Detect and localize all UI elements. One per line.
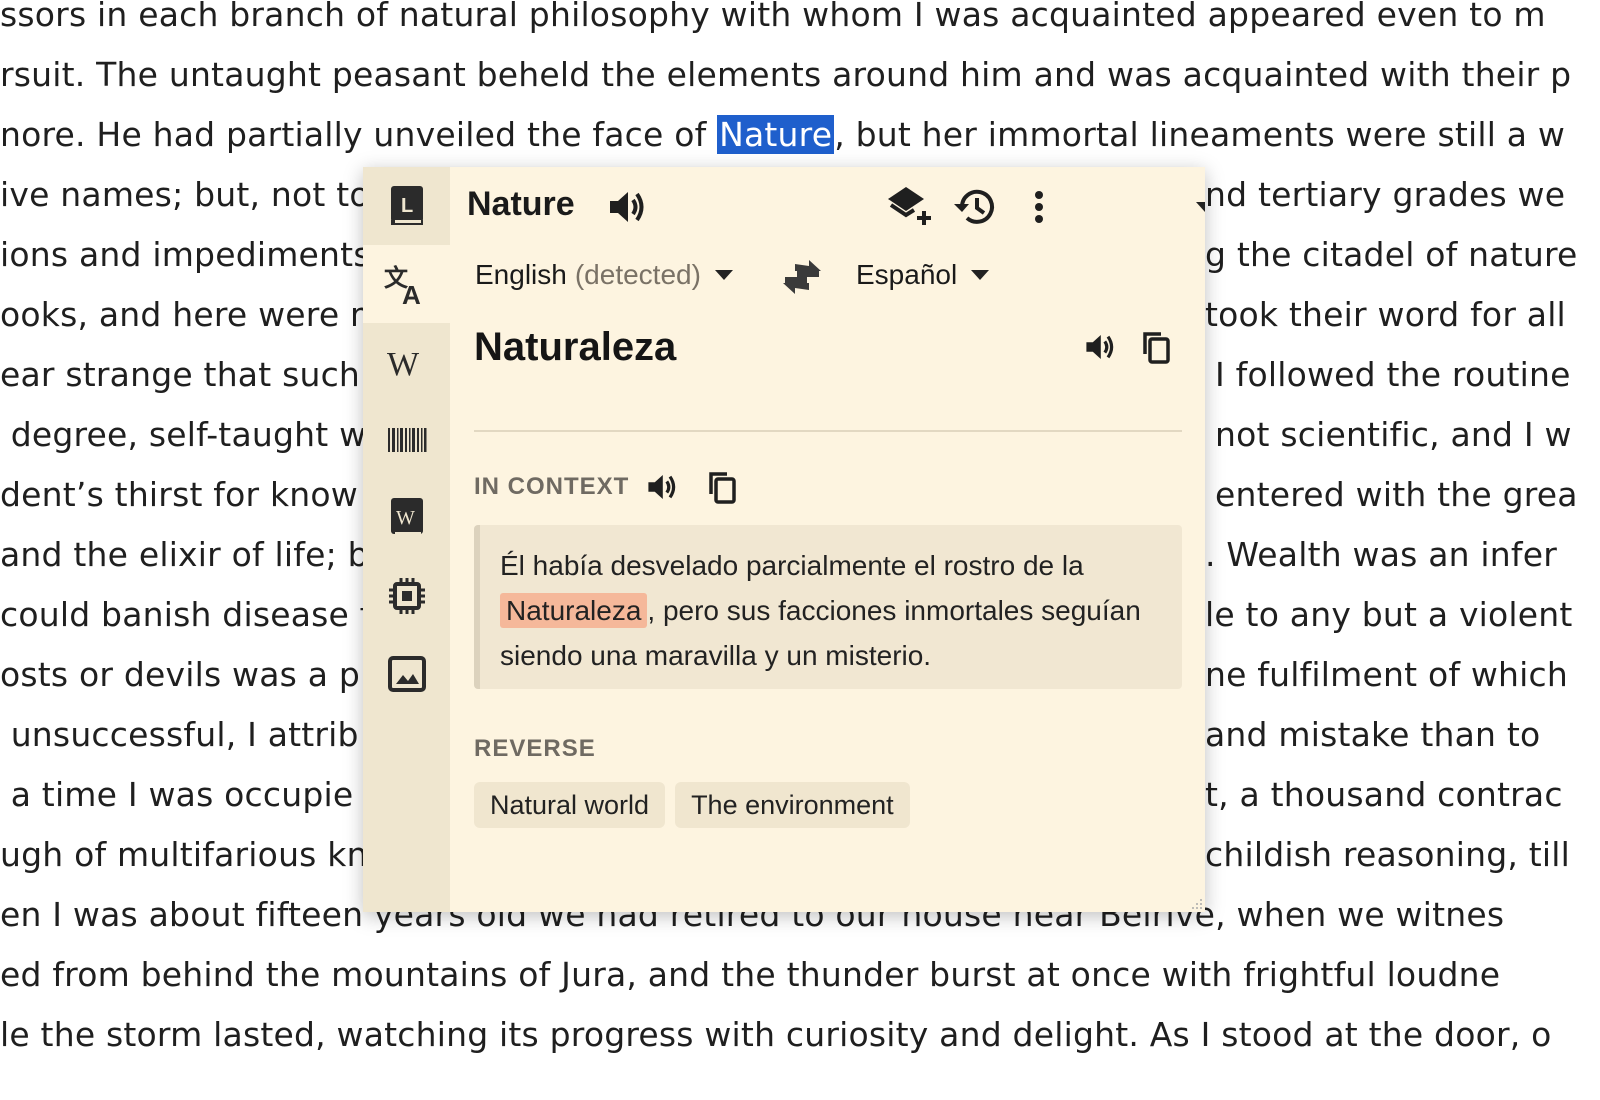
line-text: took their word for all	[1205, 295, 1566, 334]
history-icon	[954, 189, 994, 224]
history-button[interactable]	[953, 187, 997, 227]
reader-line: ssors in each branch of natural philosop…	[0, 0, 1600, 45]
line-text: nore. He had partially unveiled the face…	[0, 115, 718, 154]
line-text: ooks, and here were m	[0, 295, 383, 334]
in-context-label: IN CONTEXT	[474, 473, 630, 500]
svg-text:L: L	[401, 195, 413, 217]
line-text: and the elixir of life; bu	[0, 535, 390, 574]
speaker-icon	[610, 192, 644, 222]
line-text: nd tertiary grades we	[1205, 175, 1566, 214]
rail-item-wiktionary[interactable]: W	[363, 479, 450, 557]
source-rail: L 文 A W W	[363, 167, 450, 912]
rail-item-dictionary[interactable]: L	[363, 167, 450, 245]
context-sentence: Él había desvelado parcialmente el rostr…	[474, 525, 1182, 689]
context-highlight: Naturaleza	[500, 593, 648, 628]
line-text: ne fulfilment of which	[1205, 655, 1568, 694]
selected-word[interactable]: Nature	[717, 115, 835, 154]
line-text: not scientific, and I w	[1215, 415, 1572, 454]
line-text: and mistake than to	[1205, 715, 1541, 754]
chevron-down-icon	[714, 270, 733, 280]
line-text: ugh of multifarious kn	[0, 835, 368, 874]
line-text: unsuccessful, I attrib	[0, 715, 359, 754]
reader-line: rsuit. The untaught peasant beheld the e…	[0, 45, 1600, 105]
divider	[474, 430, 1182, 432]
translate-icon: 文 A	[384, 264, 421, 306]
copy-icon	[1143, 332, 1170, 364]
pronounce-context-button[interactable]	[642, 469, 682, 505]
line-text: degree, self-taught w	[0, 415, 367, 454]
line-text: a time I was occupie	[0, 775, 354, 814]
reverse-chip[interactable]: Natural world	[474, 782, 666, 828]
svg-text:W: W	[396, 507, 415, 529]
reverse-chips: Natural world The environment	[474, 782, 910, 828]
line-text: entered with the grea	[1215, 475, 1578, 514]
line-text: g the citadel of nature	[1205, 235, 1578, 274]
dictionary-icon: L	[390, 186, 423, 225]
context-before: Él había desvelado parcialmente el rostr…	[500, 550, 1084, 581]
line-text: t, a thousand contrac	[1205, 775, 1563, 814]
rail-item-ai[interactable]	[363, 557, 450, 635]
layers-plus-icon	[888, 187, 931, 225]
detected-label: (detected)	[574, 259, 701, 290]
copy-translation-button[interactable]	[1136, 327, 1176, 367]
reverse-label: REVERSE	[474, 735, 596, 762]
line-text: le the storm lasted, watching its progre…	[0, 1015, 1552, 1054]
swap-languages-button[interactable]	[780, 259, 824, 295]
speaker-icon	[1086, 335, 1114, 359]
pronounce-word-button[interactable]	[605, 187, 649, 227]
reverse-chip[interactable]: The environment	[675, 782, 910, 828]
line-text: le to any but a violent	[1205, 595, 1573, 634]
line-text: could banish disease f	[0, 595, 372, 634]
reader-line: nore. He had partially unveiled the face…	[0, 105, 1600, 165]
rail-item-wikipedia[interactable]: W	[363, 323, 450, 401]
line-text: ssors in each branch of natural philosop…	[0, 0, 1546, 34]
svg-text:W: W	[387, 346, 420, 382]
line-text: rsuit. The untaught peasant beheld the e…	[0, 55, 1572, 94]
rail-item-translate[interactable]: 文 A	[363, 245, 450, 323]
line-text: osts or devils was a pro	[0, 655, 394, 694]
source-language-label: English	[475, 259, 567, 290]
speaker-icon	[648, 475, 676, 499]
reader-line: ed from behind the mountains of Jura, an…	[0, 945, 1600, 1005]
line-text: . Wealth was an infer	[1205, 535, 1558, 574]
reader-line: le the storm lasted, watching its progre…	[0, 1005, 1600, 1065]
target-language-label: Español	[856, 259, 958, 290]
image-icon	[387, 656, 426, 692]
rail-item-images[interactable]	[363, 635, 450, 713]
more-vert-icon	[1035, 191, 1043, 223]
resize-grip-icon[interactable]	[1191, 898, 1203, 910]
svg-text:A: A	[402, 280, 421, 306]
lookup-popup: L 文 A W W Nature English (detected) Espa…	[363, 167, 1205, 912]
swap-icon	[783, 260, 821, 294]
line-text: childish reasoning, till	[1205, 835, 1571, 874]
chevron-down-icon	[971, 270, 990, 280]
save-to-anki-button[interactable]	[887, 185, 933, 227]
line-text: ions and impediments	[0, 235, 371, 274]
barcode-icon	[387, 428, 426, 452]
copy-context-button[interactable]	[702, 467, 742, 507]
more-options-button[interactable]	[1024, 187, 1054, 227]
line-text: , but her immortal lineaments were still…	[834, 115, 1566, 154]
rail-item-barcode[interactable]	[363, 401, 450, 479]
wiktionary-icon: W	[390, 498, 423, 535]
line-text: I followed the routine	[1215, 355, 1571, 394]
chevron-down-icon	[1196, 202, 1205, 212]
wikipedia-icon: W	[387, 346, 420, 382]
language-dropdown-button[interactable]	[1190, 195, 1205, 219]
chip-icon	[388, 578, 425, 614]
target-language-select[interactable]: Español	[856, 259, 990, 291]
pronounce-translation-button[interactable]	[1080, 329, 1120, 365]
source-language-select[interactable]: English (detected)	[475, 259, 733, 291]
line-text: ive names; but, not to	[0, 175, 370, 214]
line-text: ed from behind the mountains of Jura, an…	[0, 955, 1501, 994]
lookup-word: Nature	[467, 185, 575, 223]
copy-icon	[709, 472, 736, 504]
translation-text: Naturaleza	[474, 325, 677, 369]
line-text: ear strange that such	[0, 355, 361, 394]
line-text: dent’s thirst for know	[0, 475, 358, 514]
popup-content: Nature English (detected) Español Natura…	[450, 167, 1205, 912]
